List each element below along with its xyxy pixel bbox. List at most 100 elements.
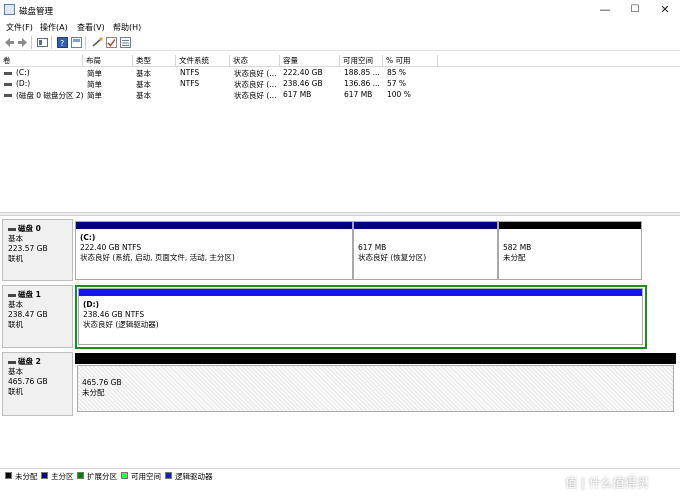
watermark: 值 | 什么值得买 — [565, 476, 649, 490]
svg-text:?: ? — [60, 39, 64, 48]
legend-swatch-unallocated — [5, 472, 12, 479]
disk-name: 磁盘 0 — [18, 224, 41, 233]
cell-capacity: 222.40 GB — [283, 68, 323, 77]
cell-volume: (C:) — [16, 68, 30, 77]
toolbar-separator — [51, 36, 52, 49]
properties-icon[interactable] — [37, 37, 48, 48]
cell-free-space: 188.85 ... — [344, 68, 380, 77]
partition-status: 状态良好 (逻辑驱动器) — [83, 320, 159, 329]
cell-capacity: 238.46 GB — [283, 79, 323, 88]
partition-status: 未分配 — [503, 253, 526, 262]
back-icon[interactable] — [4, 37, 15, 48]
partition-bar — [79, 289, 642, 296]
partition-unallocated-0[interactable]: 582 MB 未分配 — [498, 221, 642, 280]
cell-layout: 简单 — [87, 91, 102, 100]
partition-unallocated-2[interactable]: 465.76 GB 未分配 — [77, 365, 674, 412]
forward-icon[interactable] — [17, 37, 28, 48]
cell-capacity: 617 MB — [283, 90, 312, 99]
partition-c[interactable]: (C:) 222.40 GB NTFS 状态良好 (系统, 启动, 页面文件, … — [75, 221, 353, 280]
partition-bar — [499, 222, 641, 229]
console-icon[interactable] — [71, 37, 82, 48]
disk-state: 联机 — [8, 387, 23, 396]
cell-status: 状态良好 (... — [234, 91, 277, 100]
window-title: 磁盘管理 — [19, 7, 54, 17]
column-header-type[interactable]: 类型 — [133, 55, 176, 66]
column-header-free-space[interactable]: 可用空间 — [340, 55, 383, 66]
maximize-button[interactable]: ☐ — [620, 0, 650, 20]
disk-kind: 基本 — [8, 300, 23, 309]
cell-percent-free: 57 % — [387, 79, 407, 88]
partition-size: 238.46 GB NTFS — [83, 310, 145, 319]
disk-0-label[interactable]: 磁盘 0 基本 223.57 GB 联机 — [2, 219, 73, 281]
legend-label-free-space: 可用空间 — [131, 472, 161, 481]
legend-swatch-primary — [41, 472, 48, 479]
column-header-status[interactable]: 状态 — [230, 55, 280, 66]
legend-swatch-extended — [77, 472, 84, 479]
cell-layout: 简单 — [87, 69, 102, 78]
column-header-filesystem[interactable]: 文件系统 — [176, 55, 230, 66]
cell-type: 基本 — [136, 69, 151, 78]
partition-bar — [76, 222, 352, 229]
cell-type: 基本 — [136, 80, 151, 89]
check-icon[interactable] — [106, 37, 117, 48]
cell-filesystem: NTFS — [180, 79, 200, 88]
partition-status: 状态良好 (恢复分区) — [358, 253, 427, 262]
list-icon[interactable] — [120, 37, 131, 48]
close-button[interactable]: ✕ — [650, 0, 680, 20]
disk-state: 联机 — [8, 320, 23, 329]
disk-state: 联机 — [8, 254, 23, 263]
disk-kind: 基本 — [8, 367, 23, 376]
partition-title: (D:) — [83, 300, 100, 309]
legend-label-logical: 逻辑驱动器 — [175, 472, 213, 481]
menu-action[interactable]: 操作(A) — [40, 22, 68, 33]
column-header-capacity[interactable]: 容量 — [280, 55, 340, 66]
partition-size: 617 MB — [358, 243, 387, 252]
partition-size: 465.76 GB — [82, 378, 122, 387]
cell-percent-free: 85 % — [387, 68, 407, 77]
disk-icon — [8, 360, 16, 364]
cell-percent-free: 100 % — [387, 90, 411, 99]
help-icon[interactable]: ? — [57, 37, 68, 48]
volume-icon — [4, 94, 12, 97]
partition-title: (C:) — [80, 233, 96, 242]
disk-1-label[interactable]: 磁盘 1 基本 238.47 GB 联机 — [2, 285, 73, 348]
menu-help[interactable]: 帮助(H) — [113, 22, 141, 33]
connect-icon[interactable] — [92, 37, 103, 48]
disk-kind: 基本 — [8, 234, 23, 243]
cell-status: 状态良好 (... — [234, 69, 277, 78]
minimize-button[interactable]: — — [590, 0, 620, 20]
disk-management-icon — [4, 4, 15, 15]
disk-icon — [8, 227, 16, 231]
disk-2-label[interactable]: 磁盘 2 基本 465.76 GB 联机 — [2, 352, 73, 416]
cell-free-space: 617 MB — [344, 90, 373, 99]
legend-label-primary: 主分区 — [51, 472, 74, 481]
disk-icon — [8, 293, 16, 297]
menu-file[interactable]: 文件(F) — [6, 22, 33, 33]
partition-bar — [75, 353, 676, 364]
partition-d[interactable]: (D:) 238.46 GB NTFS 状态良好 (逻辑驱动器) — [78, 288, 643, 345]
partition-recovery[interactable]: 617 MB 状态良好 (恢复分区) — [353, 221, 498, 280]
partition-status: 未分配 — [82, 388, 105, 397]
partition-size: 582 MB — [503, 243, 532, 252]
column-header-volume[interactable]: 卷 — [0, 55, 83, 66]
cell-volume: (磁盘 0 磁盘分区 2) — [16, 91, 84, 100]
volume-icon — [4, 72, 12, 75]
partition-bar — [354, 222, 497, 229]
partition-status: 状态良好 (系统, 启动, 页面文件, 活动, 主分区) — [80, 253, 235, 262]
cell-free-space: 136.86 ... — [344, 79, 380, 88]
cell-filesystem: NTFS — [180, 68, 200, 77]
cell-layout: 简单 — [87, 80, 102, 89]
disk-name: 磁盘 2 — [18, 357, 41, 366]
menu-view[interactable]: 查看(V) — [77, 22, 105, 33]
disk-size: 238.47 GB — [8, 310, 48, 319]
legend-label-extended: 扩展分区 — [87, 472, 117, 481]
cell-status: 状态良好 (... — [234, 80, 277, 89]
toolbar-separator — [31, 36, 32, 49]
cell-type: 基本 — [136, 91, 151, 100]
column-header-layout[interactable]: 布局 — [83, 55, 133, 66]
legend-swatch-logical — [165, 472, 172, 479]
column-header-percent-free[interactable]: % 可用 — [383, 55, 438, 66]
cell-volume: (D:) — [16, 79, 31, 88]
toolbar-separator — [85, 36, 86, 49]
disk-name: 磁盘 1 — [18, 290, 41, 299]
